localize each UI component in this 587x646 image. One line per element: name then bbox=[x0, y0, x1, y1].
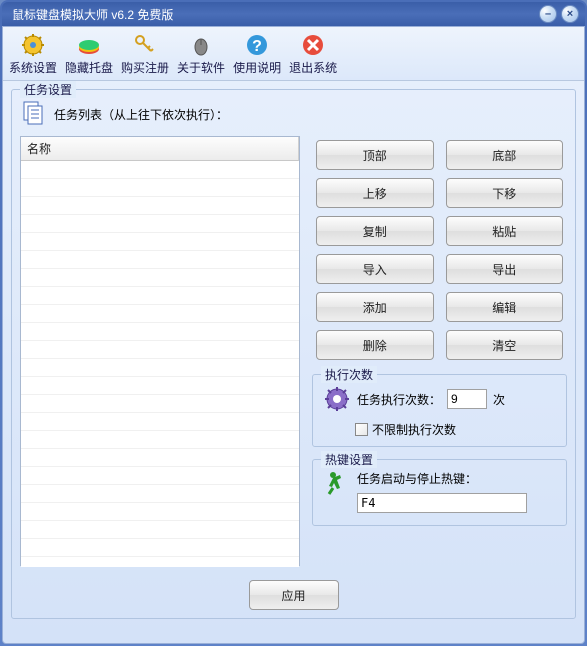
list-row[interactable] bbox=[21, 269, 299, 287]
document-icon bbox=[20, 100, 48, 128]
list-row[interactable] bbox=[21, 431, 299, 449]
hotkey-group: 热键设置 任务启动与停止热键： bbox=[312, 459, 567, 526]
help-icon: ? bbox=[245, 33, 269, 57]
unlimited-row: 不限制执行次数 bbox=[355, 421, 558, 438]
list-row[interactable] bbox=[21, 179, 299, 197]
app-window: 鼠标键盘模拟大师 v6.2 免费版 – × 系统设置 隐藏托盘 购买注册 关于软… bbox=[0, 0, 587, 646]
list-row[interactable] bbox=[21, 449, 299, 467]
exec-row: 任务执行次数： 次 bbox=[321, 381, 558, 417]
tray-icon bbox=[77, 33, 101, 57]
client-area: 系统设置 隐藏托盘 购买注册 关于软件 ? 使用说明 退出系统 bbox=[2, 26, 585, 644]
list-row[interactable] bbox=[21, 413, 299, 431]
task-list-container: 名称 bbox=[20, 136, 300, 566]
list-row[interactable] bbox=[21, 233, 299, 251]
export-button[interactable]: 导出 bbox=[446, 254, 564, 284]
up-button[interactable]: 上移 bbox=[316, 178, 434, 208]
delete-button[interactable]: 删除 bbox=[316, 330, 434, 360]
titlebar-buttons: – × bbox=[539, 5, 579, 23]
list-row[interactable] bbox=[21, 539, 299, 557]
list-row[interactable] bbox=[21, 287, 299, 305]
list-row[interactable] bbox=[21, 251, 299, 269]
toolbar-buy-register[interactable]: 购买注册 bbox=[117, 31, 173, 78]
close-button[interactable]: × bbox=[561, 5, 579, 23]
svg-text:?: ? bbox=[252, 38, 262, 55]
hotkey-row: 任务启动与停止热键： bbox=[321, 466, 558, 517]
list-row[interactable] bbox=[21, 197, 299, 215]
list-row[interactable] bbox=[21, 521, 299, 539]
clear-button[interactable]: 清空 bbox=[446, 330, 564, 360]
list-row[interactable] bbox=[21, 323, 299, 341]
run-icon bbox=[323, 470, 351, 498]
list-row[interactable] bbox=[21, 359, 299, 377]
list-row[interactable] bbox=[21, 215, 299, 233]
paste-button[interactable]: 粘贴 bbox=[446, 216, 564, 246]
edit-button[interactable]: 编辑 bbox=[446, 292, 564, 322]
toolbar-exit[interactable]: 退出系统 bbox=[285, 31, 341, 78]
exec-count-input[interactable] bbox=[447, 389, 487, 409]
toolbar: 系统设置 隐藏托盘 购买注册 关于软件 ? 使用说明 退出系统 bbox=[3, 27, 584, 81]
apply-row: 应用 bbox=[20, 580, 567, 610]
top-button[interactable]: 顶部 bbox=[316, 140, 434, 170]
exec-group: 执行次数 任务执行次数： 次 不限制执行次数 bbox=[312, 374, 567, 447]
task-list[interactable]: 名称 bbox=[20, 136, 300, 566]
list-row[interactable] bbox=[21, 485, 299, 503]
toolbar-system-settings[interactable]: 系统设置 bbox=[5, 31, 61, 78]
list-row[interactable] bbox=[21, 305, 299, 323]
import-button[interactable]: 导入 bbox=[316, 254, 434, 284]
list-row[interactable] bbox=[21, 395, 299, 413]
exec-group-title: 执行次数 bbox=[321, 366, 377, 383]
list-row[interactable] bbox=[21, 341, 299, 359]
down-button[interactable]: 下移 bbox=[446, 178, 564, 208]
toolbar-about[interactable]: 关于软件 bbox=[173, 31, 229, 78]
list-column-name[interactable]: 名称 bbox=[21, 137, 299, 161]
minimize-button[interactable]: – bbox=[539, 5, 557, 23]
task-settings-group: 任务设置 任务列表（从上往下依次执行）： 名称 bbox=[11, 89, 576, 619]
list-row[interactable] bbox=[21, 377, 299, 395]
task-list-header: 任务列表（从上往下依次执行）： bbox=[20, 100, 567, 128]
window-title: 鼠标键盘模拟大师 v6.2 免费版 bbox=[8, 6, 173, 23]
exit-icon bbox=[301, 33, 325, 57]
mouse-icon bbox=[189, 33, 213, 57]
content: 任务设置 任务列表（从上往下依次执行）： 名称 bbox=[3, 81, 584, 627]
list-row[interactable] bbox=[21, 503, 299, 521]
apply-button[interactable]: 应用 bbox=[249, 580, 339, 610]
hotkey-label: 任务启动与停止热键： bbox=[357, 470, 527, 487]
toolbar-help[interactable]: ? 使用说明 bbox=[229, 31, 285, 78]
hotkey-col: 任务启动与停止热键： bbox=[357, 470, 527, 513]
main-area: 名称 bbox=[20, 136, 567, 566]
titlebar[interactable]: 鼠标键盘模拟大师 v6.2 免费版 – × bbox=[2, 2, 585, 26]
bottom-button[interactable]: 底部 bbox=[446, 140, 564, 170]
list-row[interactable] bbox=[21, 161, 299, 179]
add-button[interactable]: 添加 bbox=[316, 292, 434, 322]
toolbar-hide-tray[interactable]: 隐藏托盘 bbox=[61, 31, 117, 78]
copy-button[interactable]: 复制 bbox=[316, 216, 434, 246]
task-group-title: 任务设置 bbox=[20, 81, 76, 98]
hotkey-group-title: 热键设置 bbox=[321, 451, 377, 468]
exec-unit: 次 bbox=[493, 391, 505, 408]
gear-icon bbox=[21, 33, 45, 57]
button-grid: 顶部 底部 上移 下移 复制 粘贴 导入 导出 添加 编辑 删除 清空 bbox=[312, 136, 567, 362]
unlimited-label: 不限制执行次数 bbox=[372, 421, 456, 438]
exec-label: 任务执行次数： bbox=[357, 391, 441, 408]
right-panel: 顶部 底部 上移 下移 复制 粘贴 导入 导出 添加 编辑 删除 清空 bbox=[312, 136, 567, 566]
list-row[interactable] bbox=[21, 467, 299, 485]
list-body[interactable] bbox=[21, 161, 299, 567]
task-list-label: 任务列表（从上往下依次执行）： bbox=[54, 106, 228, 123]
hotkey-input[interactable] bbox=[357, 493, 527, 513]
unlimited-checkbox[interactable] bbox=[355, 423, 368, 436]
gear-purple-icon bbox=[323, 385, 351, 413]
keys-icon bbox=[133, 33, 157, 57]
